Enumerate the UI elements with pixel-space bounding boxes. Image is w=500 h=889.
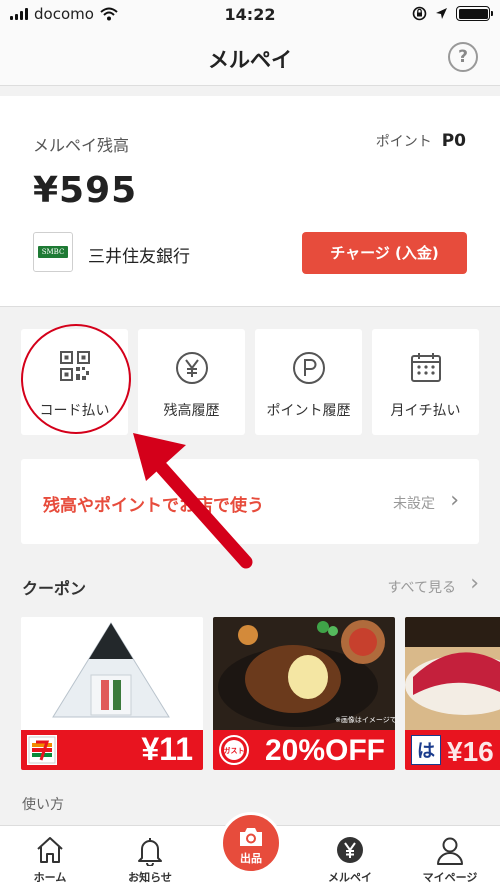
see-all-link[interactable]: すべて見る: [388, 577, 456, 597]
help-icon[interactable]: ?: [448, 42, 478, 72]
tab-home[interactable]: ホーム: [0, 826, 100, 889]
hama-sushi-logo: は: [411, 735, 441, 765]
bell-icon: [138, 838, 162, 866]
sell-label: 出品: [240, 852, 262, 865]
balance-amount: ¥595: [33, 170, 138, 211]
coupon-card-seven-eleven[interactable]: ¥11: [21, 617, 203, 770]
tab-label: メルペイ: [328, 871, 372, 884]
bank-logo: SMBC: [33, 232, 73, 272]
tile-label: 残高履歴: [163, 403, 220, 419]
coupon-card-hama-sushi[interactable]: は ¥16: [405, 617, 500, 770]
tab-merpay[interactable]: メルペイ: [300, 826, 400, 889]
chevron-right-icon: ›: [450, 488, 459, 513]
coupon-section-title: クーポン: [22, 579, 87, 598]
use-at-stores-banner[interactable]: 残高やポイントでお店で使う 未設定 ›: [21, 459, 479, 544]
bank-logo-text: SMBC: [41, 248, 65, 256]
tab-mypage[interactable]: マイページ: [400, 826, 500, 889]
bank-name: 三井住友銀行: [88, 247, 190, 267]
charge-button[interactable]: チャージ (入金): [302, 232, 467, 274]
balance-card: メルペイ残高 ポイント P0 ¥595 SMBC 三井住友銀行 チャージ (入金…: [0, 96, 500, 307]
points-history-tile[interactable]: ポイント履歴: [255, 329, 362, 435]
usage-section-title: 使い方: [22, 797, 64, 813]
yen-icon: [337, 837, 363, 863]
coupon-card-gusto[interactable]: ※画像はイメージです ガスト 20%OFF: [213, 617, 395, 770]
rotation-lock-icon: [412, 6, 427, 21]
person-icon: [437, 837, 463, 865]
tab-bar: ホーム お知らせ 出品 メルペイ マイページ: [0, 812, 500, 889]
tile-label: 月イチ払い: [390, 403, 461, 419]
page-title: メルペイ: [208, 48, 292, 72]
hamburg-steak-image: ※画像はイメージです: [213, 617, 395, 730]
tab-label: マイページ: [422, 871, 478, 884]
annotation-circle: [21, 324, 131, 434]
status-bar: docomo 14:22: [0, 0, 500, 30]
camera-icon: [240, 828, 262, 846]
stores-title: 残高やポイントでお店で使う: [43, 496, 264, 516]
balance-history-tile[interactable]: 残高履歴: [138, 329, 245, 435]
tab-label: お知らせ: [128, 871, 172, 884]
tab-label: ホーム: [33, 871, 67, 884]
location-icon: [436, 8, 447, 19]
coupon-value: ¥11: [141, 731, 193, 767]
stores-status: 未設定: [393, 496, 435, 512]
points-summary[interactable]: ポイント P0: [376, 131, 466, 151]
tile-label: ポイント履歴: [266, 403, 351, 419]
points-value: P0: [441, 131, 466, 151]
sushi-image: [405, 617, 500, 730]
app-header: メルペイ ?: [0, 30, 500, 86]
image-note: ※画像はイメージです: [335, 715, 395, 724]
yen-circle-icon: [175, 352, 208, 384]
monthly-pay-tile[interactable]: 月イチ払い: [372, 329, 479, 435]
svg-text:は: は: [417, 741, 435, 762]
points-circle-icon: [292, 352, 325, 384]
battery-icon: [456, 6, 493, 21]
tab-notifications[interactable]: お知らせ: [100, 826, 200, 889]
coupon-value: ¥16: [447, 736, 494, 767]
onigiri-image: [21, 617, 203, 730]
status-right: [412, 6, 493, 21]
gusto-logo: ガスト: [219, 735, 249, 765]
sell-button[interactable]: 出品: [220, 812, 282, 874]
chevron-right-icon[interactable]: ›: [470, 571, 479, 596]
points-label: ポイント: [375, 134, 432, 150]
balance-label: メルペイ残高: [33, 136, 130, 155]
calendar-icon: [410, 353, 441, 382]
seven-eleven-logo: [27, 735, 57, 765]
home-icon: [37, 837, 63, 863]
svg-text:ガスト: ガスト: [224, 746, 245, 755]
coupon-value: 20%OFF: [264, 734, 385, 767]
